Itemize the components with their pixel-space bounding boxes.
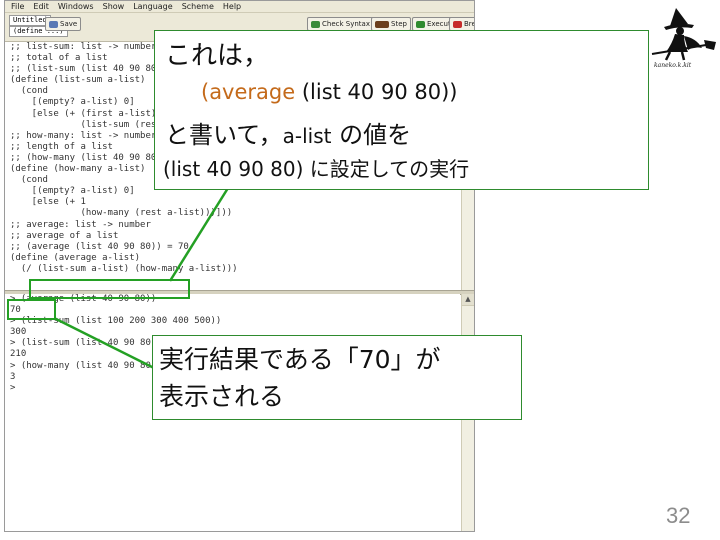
code-line[interactable]: [else (+ 1 [10,197,460,208]
result-callout-line-1: 実行結果である「70」が [159,345,441,374]
code-line[interactable]: (define (average a-list) [10,253,460,264]
menu-file[interactable]: File [11,2,24,11]
callout-line-2-rest: (list 40 90 80)) [295,80,458,104]
check-icon [311,20,320,28]
callout-line-3: と書いて，a-list の値を [165,115,411,150]
code-line[interactable]: (/ (list-sum a-list) (how-many a-list))) [10,264,460,275]
step-label: Step [391,20,407,28]
callout-line-3-b: a-list [282,124,332,148]
menu-edit[interactable]: Edit [33,2,49,11]
code-line[interactable]: ;; average: list -> number [10,220,460,231]
check-syntax-button[interactable]: Check Syntax [307,17,374,31]
logo-caption: kaneko.k.kit [654,62,692,69]
save-label: Save [60,20,78,28]
step-button[interactable]: Step [371,17,411,31]
menu-bar: File Edit Windows Show Language Scheme H… [5,1,474,13]
break-button[interactable]: Break [449,17,474,31]
result-highlight-box [7,299,56,320]
menu-scheme[interactable]: Scheme [182,2,214,11]
result-callout: 実行結果である「70」が 表示される [152,335,522,420]
callout-line-2: (average (list 40 90 80)) [201,80,457,104]
interaction-line[interactable]: > (list-sum (list 100 200 300 400 500)) [10,316,460,327]
callout-line-3-a: と書いて， [165,121,283,149]
interaction-line[interactable]: 70 [10,305,460,316]
menu-show[interactable]: Show [103,2,125,11]
menu-windows[interactable]: Windows [58,2,94,11]
code-line[interactable]: (how-many (rest a-list)))])) [10,208,460,219]
menu-help[interactable]: Help [223,2,241,11]
page-number: 32 [666,503,691,528]
scroll-up-icon[interactable]: ▲ [462,294,474,306]
keyword-average: (average [201,80,296,104]
code-line[interactable]: ;; average of a list [10,231,460,242]
stop-icon [453,20,462,28]
save-button[interactable]: Save [45,17,82,31]
check-syntax-label: Check Syntax [322,20,370,28]
menu-language[interactable]: Language [133,2,172,11]
result-callout-line-2: 表示される [159,382,285,411]
explanation-callout: これは， (average (list 40 90 80)) と書いて，a-li… [154,30,649,190]
run-icon [416,20,425,28]
callout-line-4: (list 40 90 80) に設定しての実行 [163,157,470,181]
save-icon [49,20,58,28]
expression-highlight-box [29,279,190,299]
callout-line-3-c: の値を [331,121,412,149]
callout-line-1: これは， [165,41,270,71]
footprint-icon [375,20,389,28]
break-label: Break [464,20,474,28]
code-line[interactable]: ;; (average (list 40 90 80)) = 70 [10,242,460,253]
